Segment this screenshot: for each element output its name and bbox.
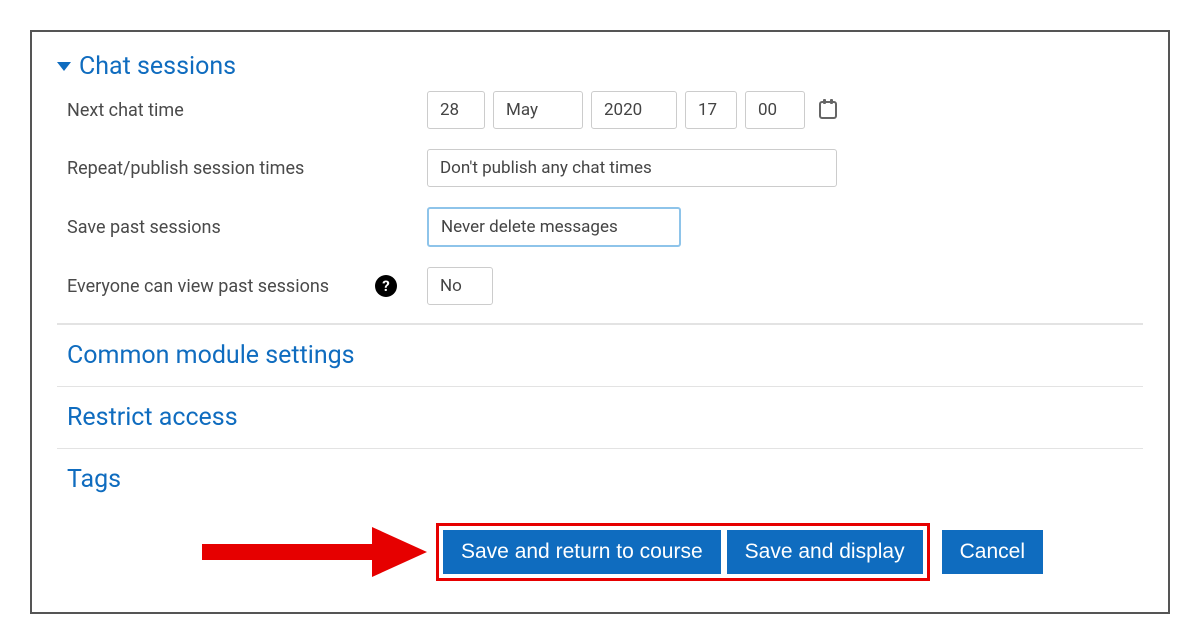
repeat-publish-label: Repeat/publish session times xyxy=(67,158,304,179)
repeat-publish-row: Repeat/publish session times Don't publi… xyxy=(67,139,1143,197)
day-select[interactable]: 28 xyxy=(427,91,485,129)
minute-select[interactable]: 00 xyxy=(745,91,805,129)
save-past-label: Save past sessions xyxy=(67,217,221,238)
common-module-title: Common module settings xyxy=(67,341,355,370)
restrict-access-header[interactable]: Restrict access xyxy=(57,386,1143,448)
repeat-publish-select[interactable]: Don't publish any chat times xyxy=(427,149,837,187)
save-past-row: Save past sessions Never delete messages xyxy=(67,197,1143,257)
everyone-view-select[interactable]: No xyxy=(427,267,493,305)
next-chat-time-label: Next chat time xyxy=(67,100,184,121)
settings-panel: Chat sessions Next chat time 28 May 2020… xyxy=(30,30,1170,614)
tags-header[interactable]: Tags xyxy=(57,448,1143,510)
calendar-icon[interactable] xyxy=(819,101,837,119)
chat-sessions-title: Chat sessions xyxy=(79,52,236,81)
save-buttons-highlight: Save and return to course Save and displ… xyxy=(436,523,930,581)
save-past-select[interactable]: Never delete messages xyxy=(427,207,681,247)
next-chat-time-row: Next chat time 28 May 2020 17 00 xyxy=(67,81,1143,139)
hour-select[interactable]: 17 xyxy=(685,91,737,129)
tags-title: Tags xyxy=(67,465,121,494)
save-display-button[interactable]: Save and display xyxy=(727,530,923,574)
attention-arrow-icon xyxy=(202,522,432,582)
restrict-access-title: Restrict access xyxy=(67,403,238,432)
common-module-header[interactable]: Common module settings xyxy=(57,324,1143,386)
month-select[interactable]: May xyxy=(493,91,583,129)
help-icon[interactable]: ? xyxy=(375,275,397,297)
save-return-button[interactable]: Save and return to course xyxy=(443,530,721,574)
chat-sessions-header[interactable]: Chat sessions xyxy=(57,52,1143,81)
year-select[interactable]: 2020 xyxy=(591,91,677,129)
everyone-view-label: Everyone can view past sessions xyxy=(67,276,329,297)
action-bar: Save and return to course Save and displ… xyxy=(57,522,1143,582)
cancel-button[interactable]: Cancel xyxy=(942,530,1043,574)
chevron-down-icon xyxy=(57,62,71,71)
everyone-view-row: Everyone can view past sessions ? No xyxy=(67,257,1143,315)
